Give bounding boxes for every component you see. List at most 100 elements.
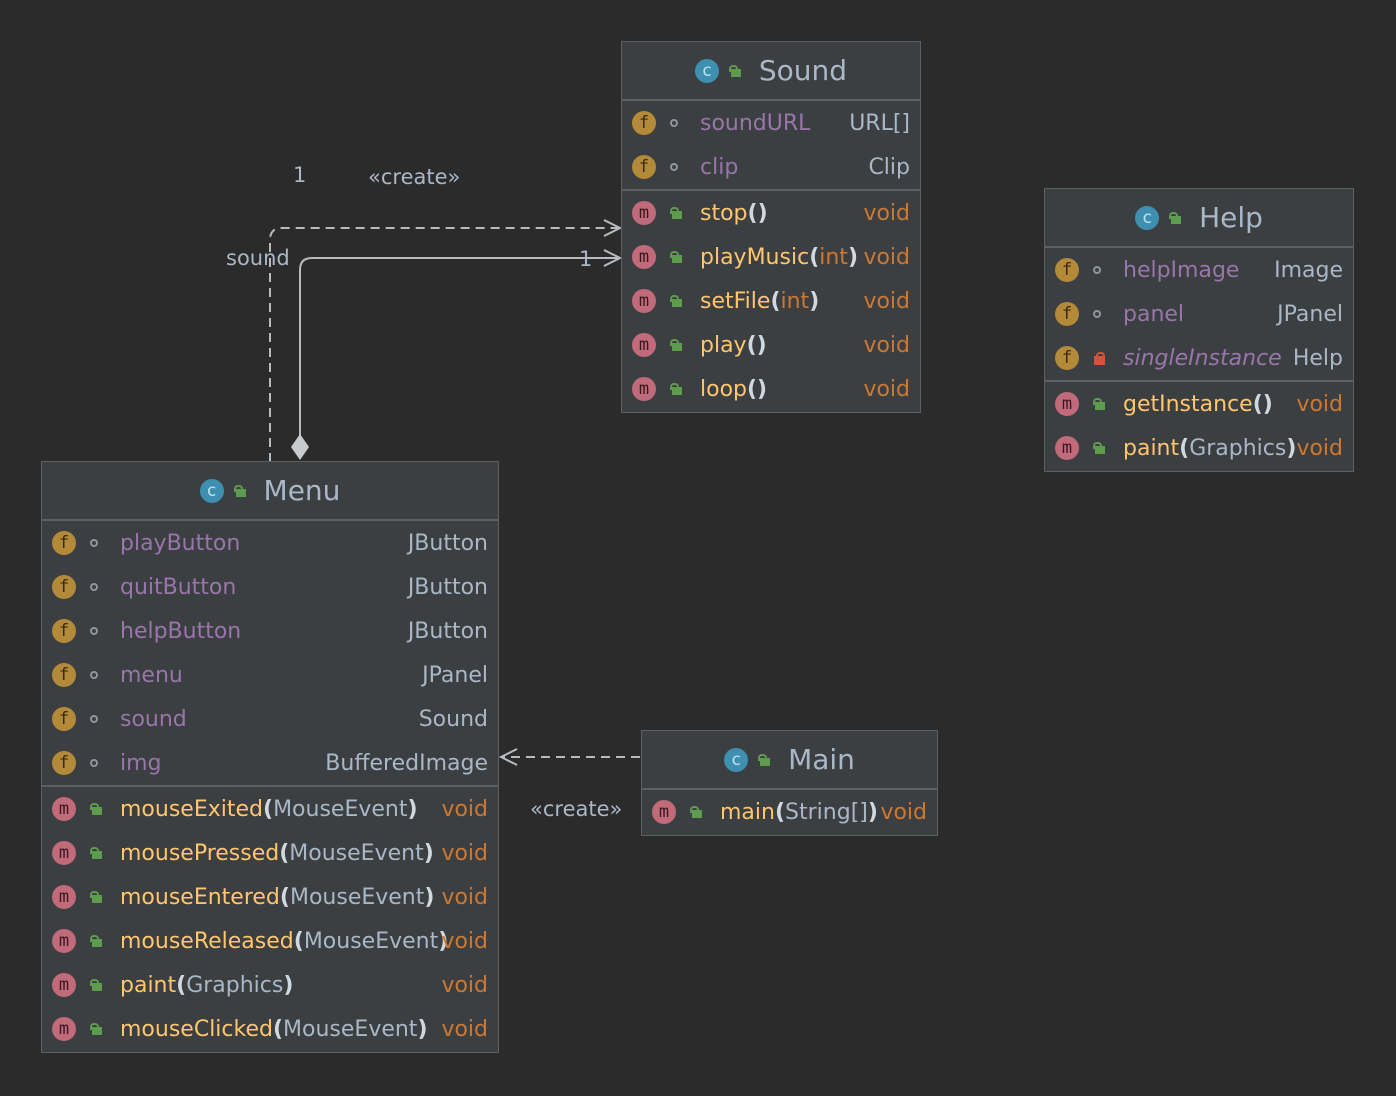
multiplicity-source-label: 1	[293, 163, 307, 187]
field-name: menu	[120, 662, 183, 688]
method-return: void	[863, 288, 910, 314]
method-row[interactable]: m setFile(int) void	[622, 279, 920, 323]
field-icon: f	[1055, 346, 1079, 370]
public-lock-icon	[90, 1023, 102, 1035]
field-row[interactable]: f panel JPanel	[1045, 292, 1353, 336]
public-lock-icon	[90, 891, 102, 903]
method-return: void	[1296, 435, 1343, 461]
field-row[interactable]: f sound Sound	[42, 697, 498, 741]
field-row[interactable]: f clip Clip	[622, 145, 920, 189]
method-params: int	[819, 244, 848, 270]
field-name: sound	[120, 706, 187, 732]
composition-diamond	[291, 434, 309, 460]
class-icon: c	[694, 58, 719, 83]
class-name: Main	[788, 743, 855, 776]
method-row[interactable]: m loop() void	[622, 367, 920, 411]
method-row[interactable]: m mouseClicked(MouseEvent) void	[42, 1007, 498, 1051]
field-type: JButton	[407, 618, 488, 644]
method-params: MouseEvent	[303, 928, 439, 954]
fields-section: f playButton JButton f quitButton JButto…	[42, 521, 498, 787]
method-return: void	[441, 928, 488, 954]
method-params: MouseEvent	[289, 884, 425, 910]
package-visibility-icon	[90, 539, 98, 547]
field-icon: f	[52, 619, 76, 643]
method-row[interactable]: m main(String[]) void	[642, 790, 937, 834]
class-name: Menu	[263, 474, 341, 507]
field-type: BufferedImage	[325, 750, 488, 776]
method-name: mouseEntered	[120, 884, 280, 910]
method-row[interactable]: m stop() void	[622, 191, 920, 235]
method-row[interactable]: m mousePressed(MouseEvent) void	[42, 831, 498, 875]
public-lock-icon	[1093, 442, 1105, 454]
method-name: loop	[700, 376, 747, 402]
methods-section: m main(String[]) void	[642, 790, 937, 834]
class-header: c Menu	[42, 462, 498, 521]
method-params: String[]	[785, 799, 868, 825]
field-row[interactable]: f menu JPanel	[42, 653, 498, 697]
field-name: quitButton	[120, 574, 237, 600]
method-icon: m	[52, 841, 76, 865]
class-sound[interactable]: c Sound f soundURL URL[] f clip Clip m s…	[621, 41, 921, 413]
method-row[interactable]: m mouseEntered(MouseEvent) void	[42, 875, 498, 919]
field-type: Image	[1274, 257, 1343, 283]
method-name: mouseReleased	[120, 928, 294, 954]
method-row[interactable]: m paint(Graphics) void	[1045, 426, 1353, 470]
method-return: void	[441, 840, 488, 866]
method-icon: m	[652, 800, 676, 824]
package-visibility-icon	[1093, 310, 1101, 318]
method-row[interactable]: m playMusic(int) void	[622, 235, 920, 279]
field-type: URL[]	[849, 110, 910, 136]
method-row[interactable]: m paint(Graphics) void	[42, 963, 498, 1007]
method-return: void	[1296, 391, 1343, 417]
method-return: void	[441, 796, 488, 822]
field-type: Sound	[418, 706, 488, 732]
field-row[interactable]: f quitButton JButton	[42, 565, 498, 609]
field-row[interactable]: f img BufferedImage	[42, 741, 498, 785]
method-row[interactable]: m getInstance() void	[1045, 382, 1353, 426]
field-type: JPanel	[422, 662, 488, 688]
method-row[interactable]: m mouseReleased(MouseEvent) void	[42, 919, 498, 963]
method-name: mouseExited	[120, 796, 263, 822]
method-icon: m	[52, 1017, 76, 1041]
public-lock-icon	[670, 339, 682, 351]
methods-section: m stop() void m playMusic(int) void m se…	[622, 191, 920, 411]
field-row[interactable]: f playButton JButton	[42, 521, 498, 565]
create-dependency-line	[269, 227, 620, 462]
method-name: paint	[120, 972, 177, 998]
method-icon: m	[1055, 392, 1079, 416]
method-name: main	[720, 799, 775, 825]
method-return: void	[441, 1016, 488, 1042]
field-type: JPanel	[1277, 301, 1343, 327]
class-name: Sound	[758, 54, 848, 87]
field-row[interactable]: f helpButton JButton	[42, 609, 498, 653]
method-icon: m	[632, 201, 656, 225]
method-return: void	[863, 244, 910, 270]
method-name: play	[700, 332, 747, 358]
package-visibility-icon	[1093, 266, 1101, 274]
public-lock-icon	[233, 484, 246, 497]
public-lock-icon	[670, 207, 682, 219]
method-row[interactable]: m mouseExited(MouseEvent) void	[42, 787, 498, 831]
public-lock-icon	[90, 803, 102, 815]
role-label-sound: sound	[226, 246, 290, 270]
field-icon: f	[52, 531, 76, 555]
class-menu[interactable]: c Menu f playButton JButton f quitButton…	[41, 461, 499, 1053]
class-help[interactable]: c Help f helpImage Image f panel JPanel …	[1044, 188, 1354, 472]
class-header: c Main	[642, 731, 937, 790]
class-header: c Help	[1045, 189, 1353, 248]
main-create-stereotype-label: «create»	[530, 797, 623, 821]
fields-section: f helpImage Image f panel JPanel f singl…	[1045, 248, 1353, 382]
private-lock-icon	[1093, 352, 1105, 365]
field-row[interactable]: f singleInstance Help	[1045, 336, 1353, 380]
method-row[interactable]: m play() void	[622, 323, 920, 367]
method-params: MouseEvent	[289, 840, 424, 866]
field-type: JButton	[407, 574, 488, 600]
field-row[interactable]: f helpImage Image	[1045, 248, 1353, 292]
public-lock-icon	[670, 295, 682, 307]
method-name: playMusic	[700, 244, 810, 270]
field-name: helpImage	[1123, 257, 1240, 283]
field-type: Help	[1292, 345, 1343, 371]
class-main[interactable]: c Main m main(String[]) void	[641, 730, 938, 836]
field-icon: f	[52, 751, 76, 775]
field-row[interactable]: f soundURL URL[]	[622, 101, 920, 145]
